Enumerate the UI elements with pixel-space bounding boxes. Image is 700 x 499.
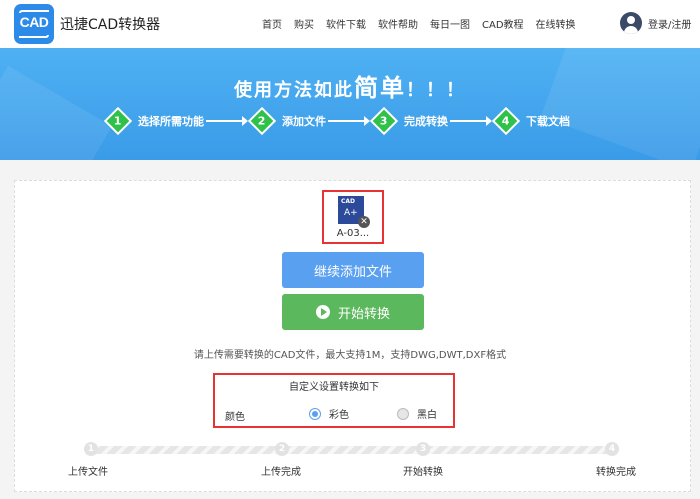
progress-label-done: 转换完成	[596, 467, 636, 478]
progress-label-uploaded: 上传完成	[261, 467, 301, 478]
conversion-progress-track	[86, 446, 614, 454]
radio-black-white[interactable]: 黑白	[397, 406, 437, 421]
radio-color[interactable]: 彩色	[309, 406, 349, 421]
file-icon-label: CAD	[341, 198, 356, 205]
logo-arrow-top	[19, 10, 49, 13]
nav-home[interactable]: 首页	[262, 16, 282, 31]
radio-button[interactable]	[397, 407, 409, 420]
step-label: 完成转换	[404, 115, 448, 128]
step-number-badge: 1	[103, 106, 133, 136]
top-header: CAD 迅捷CAD转换器 首页 购买 软件下载 软件帮助 每日一图 CAD教程 …	[0, 0, 700, 48]
banner-title: 使用方法如此简单！！！	[0, 68, 700, 103]
progress-node-3: 3	[416, 442, 430, 456]
add-file-label: 继续添加文件	[313, 264, 392, 280]
settings-title: 自定义设置转换如下	[289, 382, 379, 393]
usage-step-1: 1 选择所需功能	[103, 106, 252, 136]
usage-steps: 1 选择所需功能 2 添加文件 3 完成转换 4 下载文档	[103, 106, 570, 136]
start-convert-button[interactable]: 开始转换	[282, 294, 424, 330]
step-number-badge: 3	[369, 106, 399, 136]
nav-buy[interactable]: 购买	[294, 16, 314, 31]
usage-step-4: 4 下载文档	[491, 106, 570, 136]
radio-bw-label: 黑白	[417, 410, 437, 421]
play-icon	[315, 305, 330, 319]
add-file-button[interactable]: 继续添加文件	[282, 252, 424, 288]
conversion-settings: 自定义设置转换如下 颜色 彩色 黑白	[213, 373, 455, 428]
start-convert-label: 开始转换	[337, 306, 390, 322]
uploaded-file-card[interactable]: CAD A+ ✕ A-03...	[322, 190, 384, 244]
logo-text: CAD	[19, 14, 49, 30]
user-menu[interactable]: 登录/注册	[620, 12, 691, 34]
logo-arrow-bottom	[19, 35, 49, 38]
progress-node-2: 2	[275, 442, 289, 456]
upload-hint: 请上传需要转换的CAD文件，最大支持1M，支持DWG,DWT,DXF格式	[193, 350, 507, 361]
progress-node-1: 1	[84, 442, 98, 456]
banner-decoration	[540, 48, 700, 160]
radio-button-selected[interactable]	[309, 407, 321, 420]
progress-label-upload: 上传文件	[68, 467, 108, 478]
nav-help[interactable]: 软件帮助	[378, 16, 418, 31]
step-label: 下载文档	[526, 115, 570, 128]
nav-online-convert[interactable]: 在线转换	[536, 16, 576, 31]
remove-file-icon[interactable]: ✕	[358, 216, 370, 228]
arrow-right-icon	[328, 116, 370, 126]
radio-color-label: 彩色	[329, 410, 349, 421]
nav-cad-tutorial[interactable]: CAD教程	[482, 16, 524, 31]
banner-title-post: ！！！	[406, 80, 466, 101]
file-icon-glyph: A+	[344, 208, 358, 218]
banner-title-big: 简单	[354, 74, 406, 102]
progress-node-4: 4	[605, 442, 619, 456]
user-avatar-icon[interactable]	[620, 12, 642, 34]
file-name: A-03...	[336, 228, 370, 239]
instructions-banner: 使用方法如此简单！！！ 1 选择所需功能 2 添加文件 3 完成转换 4 下载文…	[0, 48, 700, 160]
main-nav: 首页 购买 软件下载 软件帮助 每日一图 CAD教程 在线转换	[262, 16, 588, 31]
progress-label-converting: 开始转换	[403, 467, 443, 478]
usage-step-3: 3 完成转换	[369, 106, 496, 136]
step-label: 添加文件	[282, 115, 326, 128]
arrow-right-icon	[450, 116, 492, 126]
brand-name[interactable]: 迅捷CAD转换器	[60, 14, 160, 34]
usage-step-2: 2 添加文件	[247, 106, 374, 136]
step-number-badge: 2	[247, 106, 277, 136]
app-logo[interactable]: CAD	[14, 4, 54, 44]
color-label: 颜色	[225, 412, 245, 423]
arrow-right-icon	[206, 116, 248, 126]
step-number-badge: 4	[491, 106, 521, 136]
banner-title-pre: 使用方法如此	[234, 80, 354, 101]
step-label: 选择所需功能	[138, 115, 204, 128]
login-register-link[interactable]: 登录/注册	[648, 16, 691, 31]
nav-daily-drawing[interactable]: 每日一图	[430, 16, 470, 31]
nav-download[interactable]: 软件下载	[326, 16, 366, 31]
